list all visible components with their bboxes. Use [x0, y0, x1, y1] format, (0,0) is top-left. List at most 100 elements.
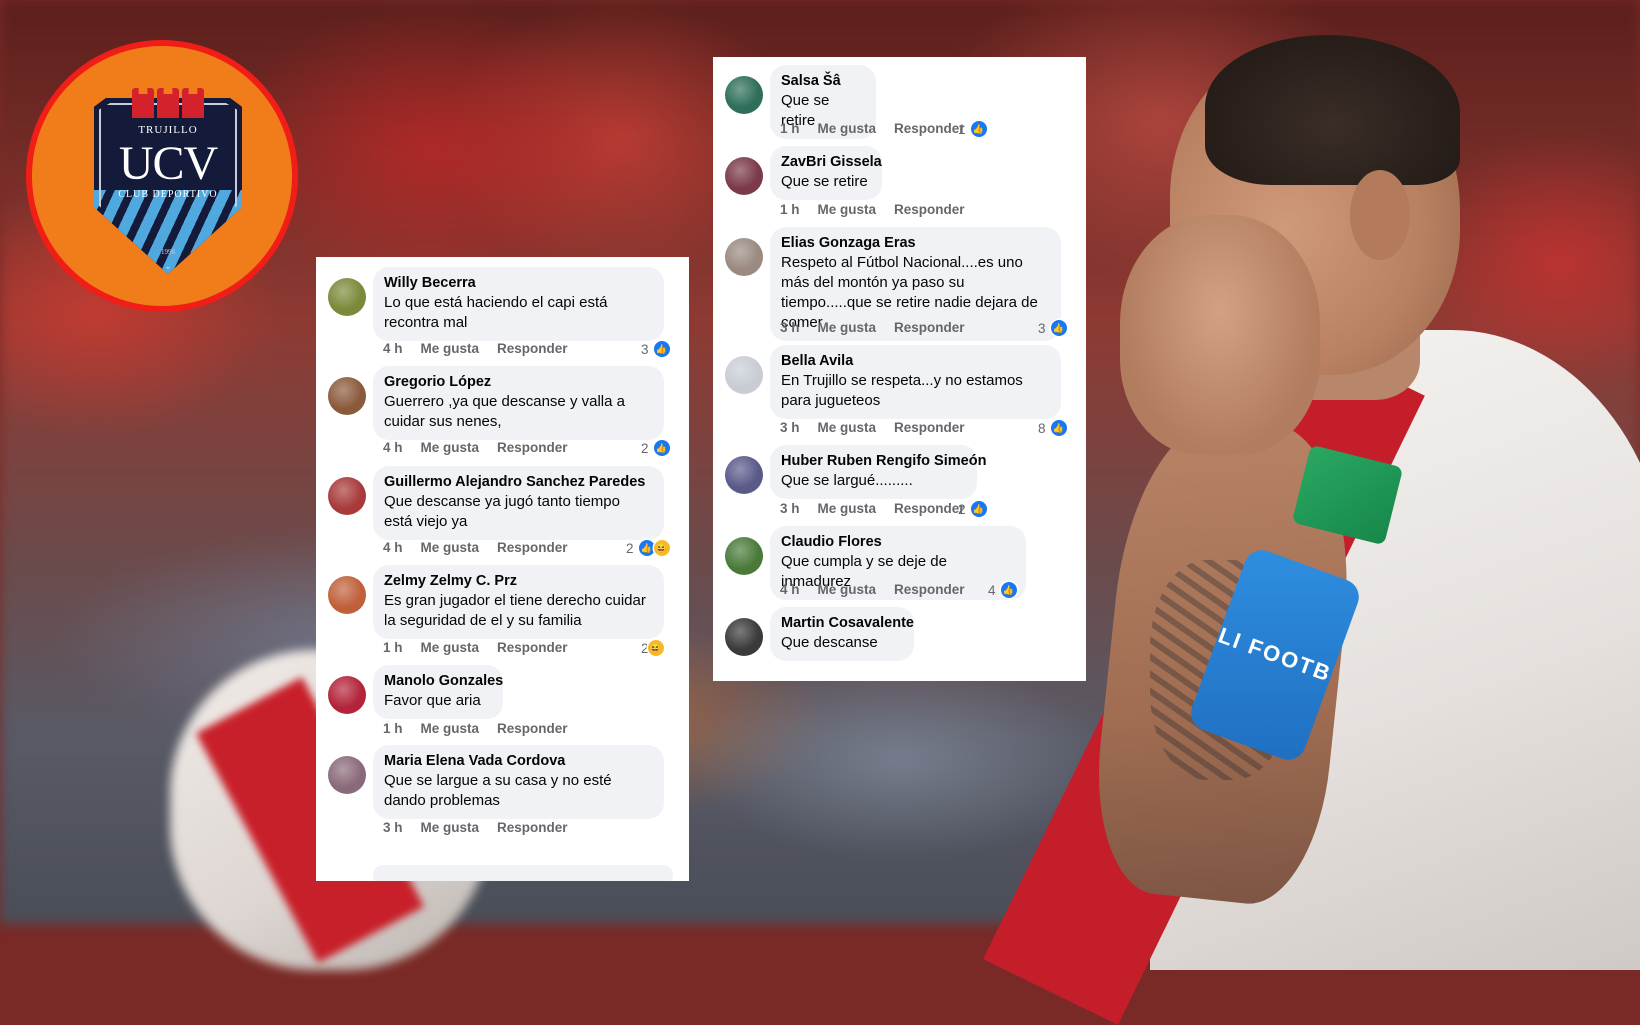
commenter-name[interactable]: ZavBri Gissela	[781, 153, 882, 172]
like-button[interactable]: Me gusta	[421, 341, 480, 356]
reply-button[interactable]: Responder	[497, 341, 568, 356]
reply-button[interactable]: Responder	[894, 501, 965, 516]
commenter-avatar[interactable]	[725, 157, 763, 195]
reply-button[interactable]: Responder	[894, 420, 965, 435]
tower-icon	[182, 88, 204, 118]
like-button[interactable]: Me gusta	[421, 540, 480, 555]
comment-actions: 3 h Me gusta Responder	[780, 501, 983, 516]
reply-button[interactable]: Responder	[894, 582, 965, 597]
commenter-avatar[interactable]	[725, 537, 763, 575]
commenter-name[interactable]: Gregorio López	[384, 373, 652, 392]
reaction-summary[interactable]: 2 👍	[958, 501, 987, 517]
commenter-avatar[interactable]	[725, 456, 763, 494]
commenter-name[interactable]: Claudio Flores	[781, 533, 1014, 552]
reply-button[interactable]: Responder	[497, 721, 568, 736]
like-button[interactable]: Me gusta	[818, 121, 877, 136]
like-button[interactable]: Me gusta	[421, 721, 480, 736]
commenter-avatar[interactable]	[328, 278, 366, 316]
reaction-count: 3	[641, 341, 649, 357]
comment-bubble: Willy Becerra Lo que está haciendo el cap…	[373, 267, 664, 341]
like-reaction-icon: 👍	[970, 501, 987, 517]
like-button[interactable]: Me gusta	[421, 640, 480, 655]
comment-actions: 3 h Me gusta Responder	[780, 420, 983, 435]
commenter-name[interactable]: Guillermo Alejandro Sanchez Paredes	[384, 473, 652, 492]
commenter-avatar[interactable]	[328, 377, 366, 415]
comment-text: Que descanse	[781, 634, 878, 651]
reaction-summary[interactable]: 4 👍	[988, 582, 1017, 598]
comment-bubble: Huber Ruben Rengifo Simeón Que se largué.…	[770, 445, 986, 499]
armband-text: LI FOOTB	[1215, 622, 1336, 687]
comments-panel-left: Willy Becerra Lo que está haciendo el cap…	[316, 257, 689, 881]
comment-item: Huber Ruben Rengifo Simeón Que se largué.…	[713, 445, 1086, 532]
comment-actions: 1 h Me gusta Responder	[383, 640, 586, 655]
commenter-avatar[interactable]	[725, 238, 763, 276]
comment-item: Gregorio López Guerrero ,ya que descanse …	[316, 366, 689, 472]
comment-text: Guerrero ,ya que descanse y valla a cuid…	[384, 393, 625, 430]
reaction-summary[interactable]: 3 👍	[1038, 320, 1067, 336]
comment-bubble: Gregorio López Guerrero ,ya que descanse …	[373, 366, 664, 440]
like-reaction-icon: 👍	[653, 341, 670, 357]
commenter-name[interactable]: Manolo Gonzales	[384, 672, 503, 691]
commenter-name[interactable]: Maria Elena Vada Cordova	[384, 752, 652, 771]
commenter-avatar[interactable]	[328, 576, 366, 614]
comment-actions: 1 h Me gusta Responder	[780, 121, 983, 136]
commenter-avatar[interactable]	[328, 676, 366, 714]
reaction-summary[interactable]: 3 👍	[641, 341, 670, 357]
reaction-count: 2	[641, 440, 649, 456]
commenter-name[interactable]: Huber Ruben Rengifo Simeón	[781, 452, 986, 471]
like-button[interactable]: Me gusta	[818, 320, 877, 335]
reaction-summary[interactable]: 2 😆	[641, 640, 664, 656]
comment-item: Martin Cosavalente Que descanse	[713, 607, 1086, 681]
comment-bubble: Guillermo Alejandro Sanchez Paredes Que d…	[373, 466, 664, 540]
logo-city: TRUJILLO	[138, 124, 198, 136]
commenter-avatar[interactable]	[725, 76, 763, 114]
reaction-summary[interactable]: 8 👍	[1038, 420, 1067, 436]
commenter-avatar[interactable]	[725, 618, 763, 656]
reply-button[interactable]: Responder	[894, 320, 965, 335]
commenter-name[interactable]: Willy Becerra	[384, 274, 652, 293]
commenter-avatar[interactable]	[725, 356, 763, 394]
like-button[interactable]: Me gusta	[818, 420, 877, 435]
like-button[interactable]: Me gusta	[818, 582, 877, 597]
comment-timestamp: 4 h	[383, 440, 403, 455]
reaction-summary[interactable]: 2 👍 😆	[626, 540, 670, 556]
commenter-name[interactable]: Bella Avila	[781, 352, 1049, 371]
logo-club-text: CLUB DEPORTIVO	[118, 189, 218, 200]
reply-button[interactable]: Responder	[894, 202, 965, 217]
reply-button[interactable]: Responder	[497, 820, 568, 835]
commenter-name[interactable]: Zelmy Zelmy C. Prz	[384, 572, 652, 591]
comment-bubble: Manolo Gonzales Favor que aria	[373, 665, 503, 719]
comment-timestamp: 1 h	[780, 121, 800, 136]
commenter-avatar[interactable]	[328, 756, 366, 794]
reply-button[interactable]: Responder	[497, 440, 568, 455]
like-button[interactable]: Me gusta	[421, 820, 480, 835]
like-button[interactable]: Me gusta	[818, 501, 877, 516]
reply-button[interactable]: Responder	[894, 121, 965, 136]
comment-actions: 1 h Me gusta Responder	[383, 721, 586, 736]
comment-timestamp: 4 h	[780, 582, 800, 597]
like-button[interactable]: Me gusta	[421, 440, 480, 455]
comment-item: Zelmy Zelmy C. Prz Es gran jugador el tie…	[316, 565, 689, 671]
comment-timestamp: 1 h	[383, 640, 403, 655]
player-ear	[1350, 170, 1410, 260]
comment-item: ZavBri Gissela Que se retire 1 h Me gusta Re…	[713, 146, 1086, 233]
commenter-name[interactable]: Elias Gonzaga Eras	[781, 234, 1049, 253]
reaction-count: 1	[958, 121, 966, 137]
comment-actions: 1 h Me gusta Responder	[780, 202, 983, 217]
reaction-summary[interactable]: 2 👍	[641, 440, 670, 456]
commenter-name[interactable]: Martin Cosavalente	[781, 614, 914, 633]
reply-button[interactable]: Responder	[497, 540, 568, 555]
commenter-avatar[interactable]	[328, 477, 366, 515]
commenter-name[interactable]: Salsa Šâ	[781, 72, 864, 91]
ucv-logo: TRUJILLO UCV CLUB DEPORTIVO 1996	[26, 40, 298, 312]
reaction-count: 3	[1038, 320, 1046, 336]
like-reaction-icon: 👍	[970, 121, 987, 137]
logo-initials: UCV	[118, 137, 218, 190]
comment-timestamp: 3 h	[780, 320, 800, 335]
comment-text: Que se largue a su casa y no esté dando …	[384, 772, 612, 809]
tower-icon	[132, 88, 154, 118]
like-button[interactable]: Me gusta	[818, 202, 877, 217]
reaction-summary[interactable]: 1 👍	[958, 121, 987, 137]
comment-text: Que se largué.........	[781, 472, 913, 489]
reply-button[interactable]: Responder	[497, 640, 568, 655]
